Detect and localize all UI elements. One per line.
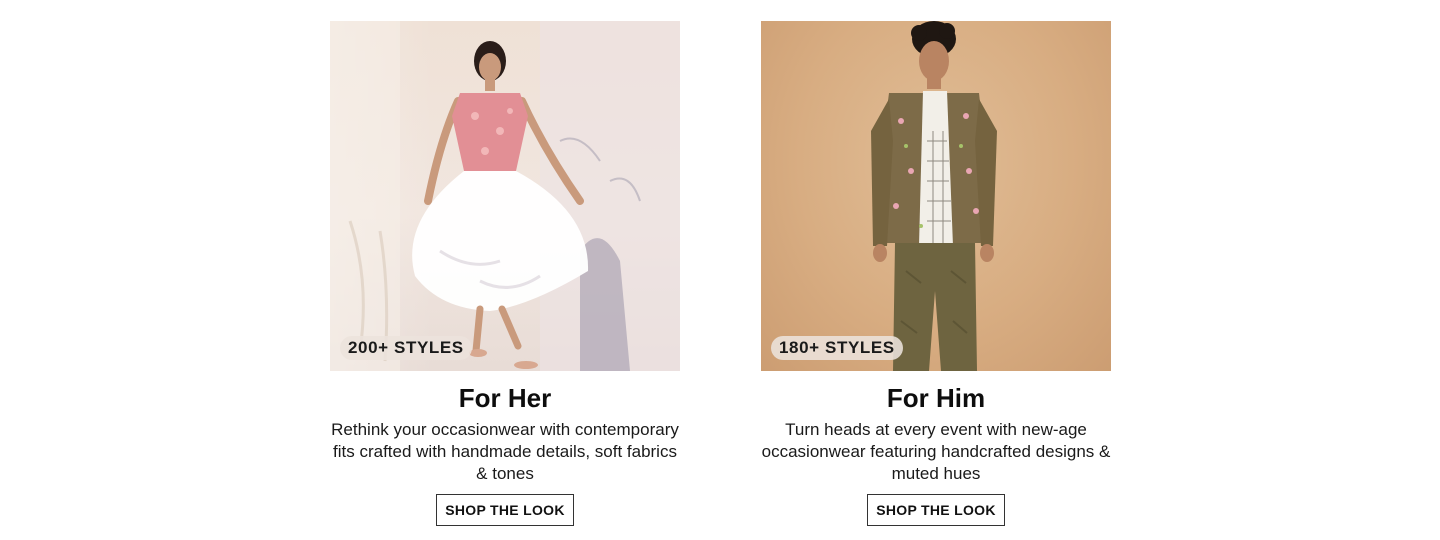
- shop-the-look-button[interactable]: SHOP THE LOOK: [436, 494, 574, 526]
- card-title: For Him: [886, 383, 986, 413]
- for-her-photo-illustration: [330, 21, 680, 371]
- for-him-photo-illustration: [871, 21, 997, 371]
- card-title: For Her: [458, 383, 552, 413]
- for-him-image[interactable]: 180+ STYLES: [761, 21, 1111, 371]
- card-for-him: 180+ STYLES For Him Turn heads at every …: [761, 21, 1111, 526]
- for-her-image[interactable]: 200+ STYLES: [330, 21, 680, 371]
- collections-section: 200+ STYLES For Her Rethink your occasio…: [0, 0, 1440, 540]
- shop-the-look-button[interactable]: SHOP THE LOOK: [867, 494, 1005, 526]
- card-description: Turn heads at every event with new-age o…: [761, 420, 1111, 483]
- card-for-her: 200+ STYLES For Her Rethink your occasio…: [330, 21, 680, 526]
- styles-count-badge: 200+ STYLES: [340, 336, 472, 360]
- styles-count-badge: 180+ STYLES: [771, 336, 903, 360]
- card-description: Rethink your occasionwear with contempor…: [331, 420, 679, 483]
